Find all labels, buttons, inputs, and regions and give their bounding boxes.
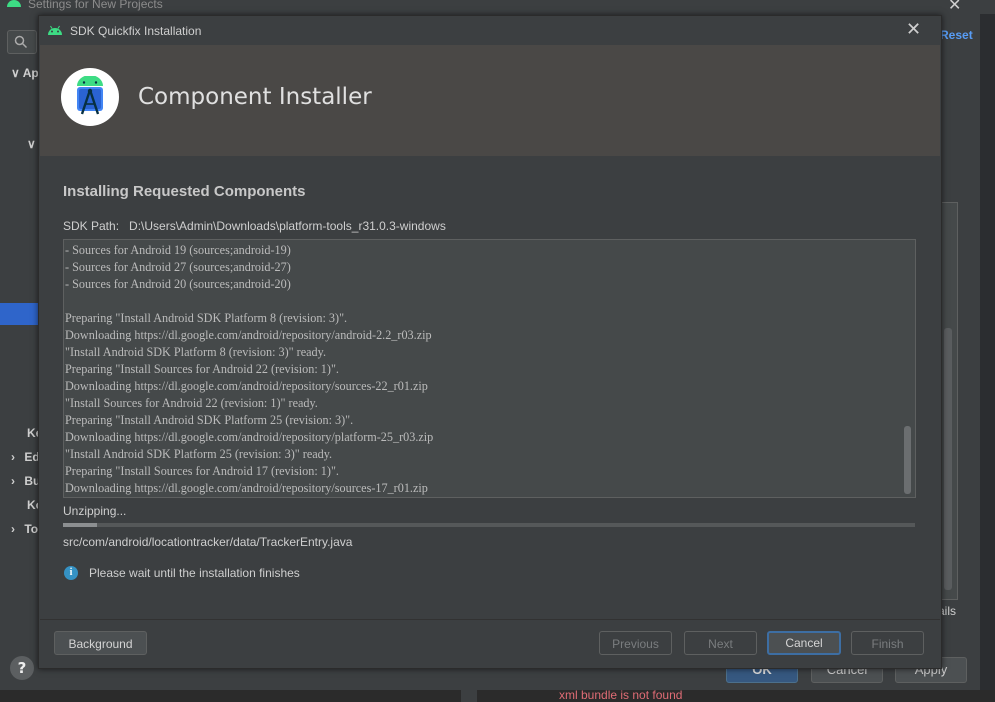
error-message: xml bundle is not found bbox=[559, 688, 683, 702]
log-line: Preparing "Install Sources for Android 1… bbox=[65, 464, 339, 478]
settings-tree-item-build[interactable]: › Bu bbox=[0, 474, 40, 488]
status-text: Unzipping... bbox=[63, 504, 127, 518]
settings-tree-selection[interactable] bbox=[0, 303, 40, 325]
log-scrollbar[interactable] bbox=[904, 426, 911, 494]
android-studio-logo bbox=[61, 68, 119, 126]
settings-window-title: Settings for New Projects bbox=[28, 0, 163, 11]
log-line: Downloading https://dl.google.com/androi… bbox=[65, 379, 428, 393]
current-file: src/com/android/locationtracker/data/Tra… bbox=[63, 535, 353, 549]
sdk-path-value: D:\Users\Admin\Downloads\platform-tools_… bbox=[129, 219, 446, 233]
settings-tree-expander[interactable]: ∨ bbox=[27, 137, 36, 151]
log-line: "Install Android SDK Platform 25 (revisi… bbox=[65, 447, 333, 461]
header-title: Component Installer bbox=[138, 84, 372, 110]
sdk-path-label: SDK Path: bbox=[63, 219, 120, 233]
dialog-titlebar: SDK Quickfix Installation ✕ bbox=[39, 16, 941, 45]
footer-divider bbox=[40, 619, 940, 620]
log-line: Downloading https://dl.google.com/androi… bbox=[65, 430, 434, 444]
finish-button[interactable]: Finish bbox=[851, 631, 924, 655]
log-line: Preparing "Install Sources for Android 2… bbox=[65, 362, 339, 376]
android-icon bbox=[48, 25, 62, 35]
log-line: Preparing "Install Android SDK Platform … bbox=[65, 413, 354, 427]
dialog-header: Component Installer bbox=[40, 45, 940, 156]
cancel-button[interactable]: Cancel bbox=[767, 631, 841, 655]
next-button[interactable]: Next bbox=[684, 631, 757, 655]
progress-bar-fill bbox=[63, 523, 98, 527]
log-line: - Sources for Android 20 (sources;androi… bbox=[65, 277, 291, 291]
sdk-quickfix-dialog: SDK Quickfix Installation ✕ Component In… bbox=[38, 15, 942, 669]
previous-button[interactable]: Previous bbox=[599, 631, 672, 655]
section-title: Installing Requested Components bbox=[63, 183, 306, 200]
log-line: - Sources for Android 19 (sources;androi… bbox=[65, 243, 291, 257]
search-icon bbox=[14, 35, 28, 49]
log-line: "Install Sources for Android 22 (revisio… bbox=[65, 396, 318, 410]
sdk-path: SDK Path: D:\Users\Admin\Downloads\platfo… bbox=[63, 219, 446, 233]
info-icon: i bbox=[64, 566, 78, 580]
settings-tree-item-editor[interactable]: › Ed bbox=[0, 450, 40, 464]
settings-titlebar: Settings for New Projects ✕ bbox=[0, 0, 995, 14]
dialog-title: SDK Quickfix Installation bbox=[70, 24, 202, 38]
reset-link[interactable]: Reset bbox=[940, 28, 973, 42]
log-line: Downloading https://dl.google.com/androi… bbox=[65, 481, 428, 495]
install-log[interactable]: - Sources for Android 19 (sources;androi… bbox=[63, 239, 916, 498]
android-icon bbox=[7, 0, 21, 7]
help-button[interactable]: ? bbox=[10, 656, 34, 680]
close-icon[interactable]: ✕ bbox=[906, 19, 921, 40]
background-button[interactable]: Background bbox=[54, 631, 147, 655]
info-message: Please wait until the installation finis… bbox=[89, 566, 300, 580]
settings-close-icon[interactable]: ✕ bbox=[948, 0, 961, 14]
settings-search-field[interactable] bbox=[7, 30, 37, 54]
log-line: - Sources for Android 27 (sources;androi… bbox=[65, 260, 291, 274]
settings-tree-item-tools[interactable]: › To bbox=[0, 522, 38, 536]
settings-scrollbar[interactable] bbox=[944, 328, 952, 590]
log-line: Downloading https://dl.google.com/androi… bbox=[65, 328, 432, 342]
log-line: Preparing "Install Android SDK Platform … bbox=[65, 311, 348, 325]
log-line: "Install Android SDK Platform 8 (revisio… bbox=[65, 345, 326, 359]
status-strip-block bbox=[461, 690, 477, 702]
install-log-lines: - Sources for Android 19 (sources;androi… bbox=[65, 242, 433, 497]
status-strip bbox=[0, 690, 995, 702]
settings-tree-item-appearance[interactable]: ∨ Ap bbox=[0, 66, 39, 80]
progress-bar bbox=[63, 523, 915, 527]
